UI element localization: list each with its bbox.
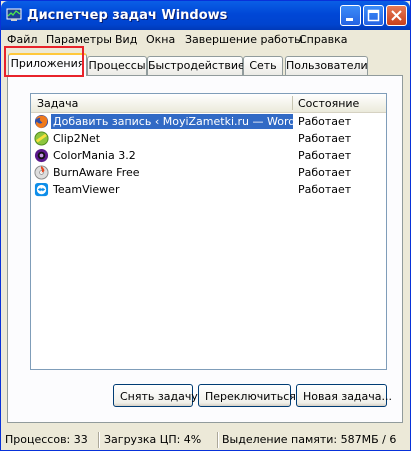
task-list[interactable]: Задача Состояние Добавить запись ‹ MoyiZ… — [30, 93, 387, 370]
task-status: Работает — [298, 183, 352, 196]
teamviewer-icon — [34, 182, 49, 197]
column-divider[interactable] — [292, 96, 293, 110]
menu-file[interactable]: Файл — [7, 33, 37, 46]
tab-processes[interactable]: Процессы — [87, 56, 147, 75]
menu-shutdown[interactable]: Завершение работы — [185, 33, 303, 46]
new-task-button[interactable]: Новая задача... — [296, 384, 392, 407]
burnaware-icon — [34, 165, 49, 180]
task-name: Добавить запись ‹ MoyiZametki.ru — WordP… — [51, 114, 293, 129]
title-bar[interactable]: Диспетчер задач Windows — [1, 1, 410, 30]
task-name: Clip2Net — [53, 132, 101, 145]
task-name: BurnAware Free — [53, 166, 140, 179]
clip2net-icon — [34, 131, 49, 146]
minimize-icon — [346, 18, 353, 21]
close-button[interactable] — [386, 5, 407, 26]
maximize-button[interactable] — [363, 5, 384, 26]
tab-users[interactable]: Пользователи — [285, 56, 368, 75]
task-status: Работает — [298, 115, 352, 128]
menu-windows[interactable]: Окна — [146, 33, 175, 46]
status-bar: Процессов: 33 Загрузка ЦП: 4% Выделение … — [1, 429, 410, 450]
close-icon — [391, 10, 402, 21]
window-title: Диспетчер задач Windows — [27, 8, 228, 23]
colormania-icon — [34, 148, 49, 163]
task-row[interactable]: Добавить запись ‹ MoyiZametki.ru — WordP… — [31, 113, 386, 130]
task-manager-icon — [6, 8, 22, 21]
column-status[interactable]: Состояние — [298, 97, 359, 110]
tab-networking[interactable]: Сеть — [243, 56, 283, 75]
menu-help[interactable]: Справка — [299, 33, 347, 46]
switch-to-button[interactable]: Переключиться — [198, 384, 296, 407]
status-divider — [98, 432, 99, 448]
task-status: Работает — [298, 132, 352, 145]
task-row[interactable]: BurnAware Free Работает — [31, 164, 386, 181]
status-divider — [217, 432, 218, 448]
tab-performance[interactable]: Быстродействие — [147, 56, 245, 75]
maximize-icon — [367, 9, 380, 22]
tab-highlight-frame — [4, 46, 84, 77]
task-name: ColorMania 3.2 — [53, 149, 136, 162]
minimize-button[interactable] — [340, 5, 361, 26]
menu-view[interactable]: Вид — [115, 33, 137, 46]
task-row[interactable]: ColorMania 3.2 Работает — [31, 147, 386, 164]
task-row[interactable]: Clip2Net Работает — [31, 130, 386, 147]
list-header: Задача Состояние — [31, 94, 386, 113]
memory-usage: Выделение памяти: 587МБ / 6 — [222, 433, 397, 446]
task-status: Работает — [298, 149, 352, 162]
task-row[interactable]: TeamViewer Работает — [31, 181, 386, 198]
menu-options[interactable]: Параметры — [46, 33, 112, 46]
process-count: Процессов: 33 — [5, 433, 88, 446]
end-task-button[interactable]: Снять задачу — [113, 384, 198, 407]
task-name: TeamViewer — [53, 183, 120, 196]
column-task[interactable]: Задача — [37, 97, 78, 110]
firefox-icon — [34, 114, 49, 129]
task-manager-window: Диспетчер задач Windows Файл Параметры В… — [0, 0, 411, 451]
cpu-usage: Загрузка ЦП: 4% — [104, 433, 202, 446]
task-status: Работает — [298, 166, 352, 179]
